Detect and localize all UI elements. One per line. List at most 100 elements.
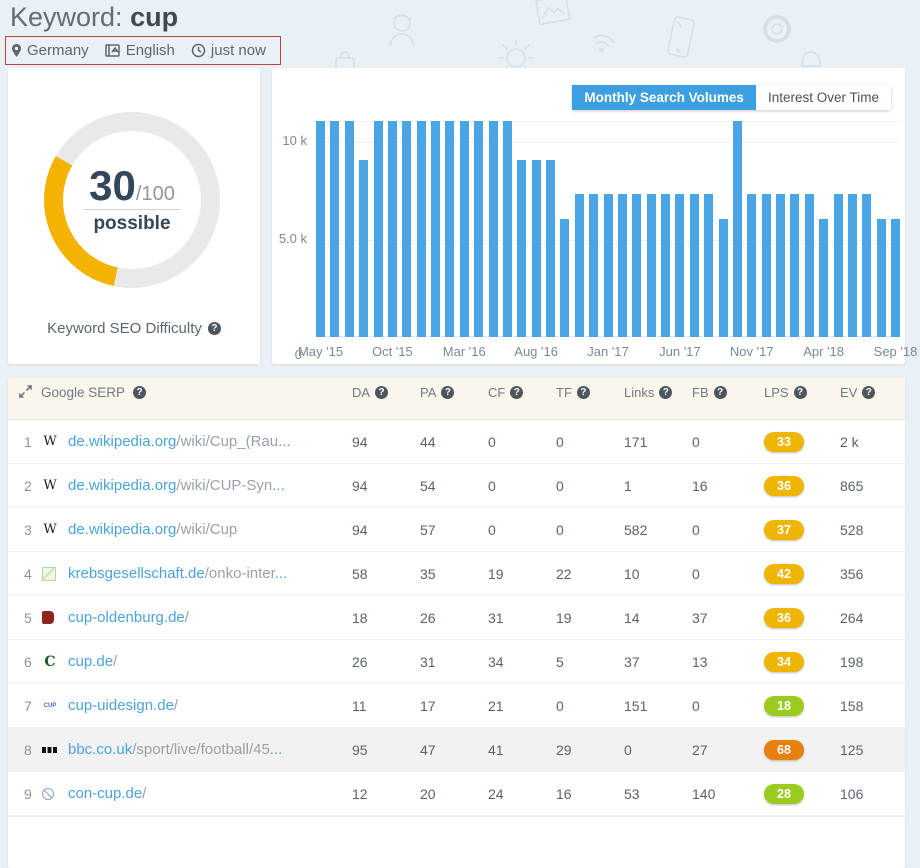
cf-help-icon[interactable] bbox=[510, 386, 523, 399]
rank-cell: 7 bbox=[8, 698, 42, 714]
volume-bar[interactable] bbox=[517, 160, 526, 337]
row-menu-icon[interactable]: ⋮ bbox=[902, 697, 905, 714]
ev-help-icon[interactable] bbox=[862, 386, 875, 399]
result-url-link[interactable]: cup-uidesign.de/ bbox=[68, 697, 352, 714]
tf-help-icon[interactable] bbox=[577, 386, 590, 399]
expand-table-icon[interactable] bbox=[18, 384, 33, 402]
links-cell: 10 bbox=[624, 566, 692, 582]
fb-cell: 37 bbox=[692, 610, 764, 626]
da-help-icon[interactable] bbox=[375, 386, 388, 399]
result-url-link[interactable]: bbc.co.uk/sport/live/football/45... bbox=[68, 741, 352, 758]
volume-bar[interactable] bbox=[690, 194, 699, 337]
volume-bar[interactable] bbox=[532, 160, 541, 337]
volume-bar[interactable] bbox=[661, 194, 670, 337]
volume-bar[interactable] bbox=[546, 160, 555, 337]
volume-bar[interactable] bbox=[762, 194, 771, 337]
pa-cell: 47 bbox=[420, 742, 488, 758]
location-pin-icon bbox=[11, 43, 22, 58]
result-url-link[interactable]: de.wikipedia.org/wiki/CUP-Syn... bbox=[68, 477, 352, 494]
volume-bar[interactable] bbox=[862, 194, 871, 337]
lps-score-badge: 36 bbox=[764, 608, 804, 628]
volume-bar[interactable] bbox=[848, 194, 857, 337]
volume-bar[interactable] bbox=[747, 194, 756, 337]
language-setting: English bbox=[105, 42, 175, 59]
pa-cell: 17 bbox=[420, 698, 488, 714]
volume-bar[interactable] bbox=[460, 121, 469, 337]
y-tick-10k: 10 k bbox=[282, 133, 307, 148]
tab-interest-over-time[interactable]: Interest Over Time bbox=[756, 85, 891, 110]
tf-cell: 0 bbox=[556, 434, 624, 450]
cf-cell: 0 bbox=[488, 522, 556, 538]
volume-bar[interactable] bbox=[489, 121, 498, 337]
volume-bar[interactable] bbox=[402, 121, 411, 337]
volume-bar[interactable] bbox=[877, 219, 886, 337]
row-menu-icon[interactable]: ⋮ bbox=[902, 653, 905, 670]
volume-bar[interactable] bbox=[618, 194, 627, 337]
volume-bar[interactable] bbox=[474, 121, 483, 337]
row-menu-icon[interactable]: ⋮ bbox=[902, 433, 905, 450]
volume-bar[interactable] bbox=[445, 121, 454, 337]
volume-bar[interactable] bbox=[719, 219, 728, 337]
volume-bar[interactable] bbox=[704, 194, 713, 337]
difficulty-help-icon[interactable] bbox=[208, 322, 221, 335]
volume-bar[interactable] bbox=[805, 194, 814, 337]
volume-bar-chart: 10 k 5.0 k 0 May '15Oct '15Mar '16Aug '1… bbox=[316, 121, 900, 337]
row-menu-icon[interactable]: ⋮ bbox=[902, 521, 905, 538]
row-menu-icon[interactable]: ⋮ bbox=[902, 785, 905, 802]
volume-bar[interactable] bbox=[503, 121, 512, 337]
x-tick-label: Jan '17 bbox=[587, 344, 629, 359]
result-url-link[interactable]: con-cup.de/ bbox=[68, 785, 352, 802]
volume-bar[interactable] bbox=[632, 194, 641, 337]
volume-bar[interactable] bbox=[675, 194, 684, 337]
volume-bar[interactable] bbox=[330, 121, 339, 337]
table-row: 9con-cup.de/122024165314028106⋮ bbox=[8, 772, 905, 816]
result-url-link[interactable]: cup.de/ bbox=[68, 653, 352, 670]
volume-bar[interactable] bbox=[819, 219, 828, 337]
links-help-icon[interactable] bbox=[659, 386, 672, 399]
volume-bar[interactable] bbox=[776, 194, 785, 337]
result-url-link[interactable]: cup-oldenburg.de/ bbox=[68, 609, 352, 626]
volume-bar[interactable] bbox=[604, 194, 613, 337]
table-row: 7cup-uidesign.de/1117210151018158⋮ bbox=[8, 684, 905, 728]
volume-bar[interactable] bbox=[647, 194, 656, 337]
serp-help-icon[interactable] bbox=[133, 386, 146, 399]
volume-bar[interactable] bbox=[431, 121, 440, 337]
keyword-settings-box: Germany English just now bbox=[5, 36, 281, 65]
volume-bar[interactable] bbox=[891, 219, 900, 337]
volume-bar[interactable] bbox=[374, 121, 383, 337]
x-axis-labels: May '15Oct '15Mar '16Aug '16Jan '17Jun '… bbox=[316, 337, 900, 361]
fb-help-icon[interactable] bbox=[714, 386, 727, 399]
volume-bar[interactable] bbox=[560, 219, 569, 337]
row-menu-icon[interactable]: ⋮ bbox=[902, 565, 905, 582]
lps-score-badge: 28 bbox=[764, 784, 804, 804]
keyword-value: cup bbox=[130, 2, 178, 32]
lps-help-icon[interactable] bbox=[794, 386, 807, 399]
result-url-link[interactable]: krebsgesellschaft.de/onko-inter... bbox=[68, 565, 352, 582]
row-menu-icon[interactable]: ⋮ bbox=[902, 477, 905, 494]
row-menu-icon[interactable]: ⋮ bbox=[902, 609, 905, 626]
x-tick-label: Nov '17 bbox=[730, 344, 774, 359]
volume-bar[interactable] bbox=[345, 121, 354, 337]
da-cell: 12 bbox=[352, 786, 420, 802]
pa-help-icon[interactable] bbox=[441, 386, 454, 399]
volume-bar[interactable] bbox=[733, 121, 742, 337]
volume-bar[interactable] bbox=[575, 194, 584, 337]
ev-cell: 198 bbox=[840, 654, 902, 670]
freshness-label: just now bbox=[211, 42, 266, 59]
cf-cell: 34 bbox=[488, 654, 556, 670]
result-url-link[interactable]: de.wikipedia.org/wiki/Cup bbox=[68, 521, 352, 538]
cup-oldenburg-favicon bbox=[42, 611, 54, 624]
row-menu-icon[interactable]: ⋮ bbox=[902, 741, 905, 758]
volume-bar[interactable] bbox=[359, 160, 368, 337]
volume-bar[interactable] bbox=[834, 194, 843, 337]
volume-bar[interactable] bbox=[589, 194, 598, 337]
result-url-link[interactable]: de.wikipedia.org/wiki/Cup_(Rau... bbox=[68, 433, 352, 450]
table-row: 1de.wikipedia.org/wiki/Cup_(Rau...944400… bbox=[8, 420, 905, 464]
tab-monthly-search-volumes[interactable]: Monthly Search Volumes bbox=[572, 85, 756, 110]
volume-bar[interactable] bbox=[316, 121, 325, 337]
fb-cell: 0 bbox=[692, 566, 764, 582]
volume-bar[interactable] bbox=[417, 121, 426, 337]
difficulty-score-denominator: /100 bbox=[136, 183, 175, 205]
volume-bar[interactable] bbox=[388, 121, 397, 337]
volume-bar[interactable] bbox=[790, 194, 799, 337]
